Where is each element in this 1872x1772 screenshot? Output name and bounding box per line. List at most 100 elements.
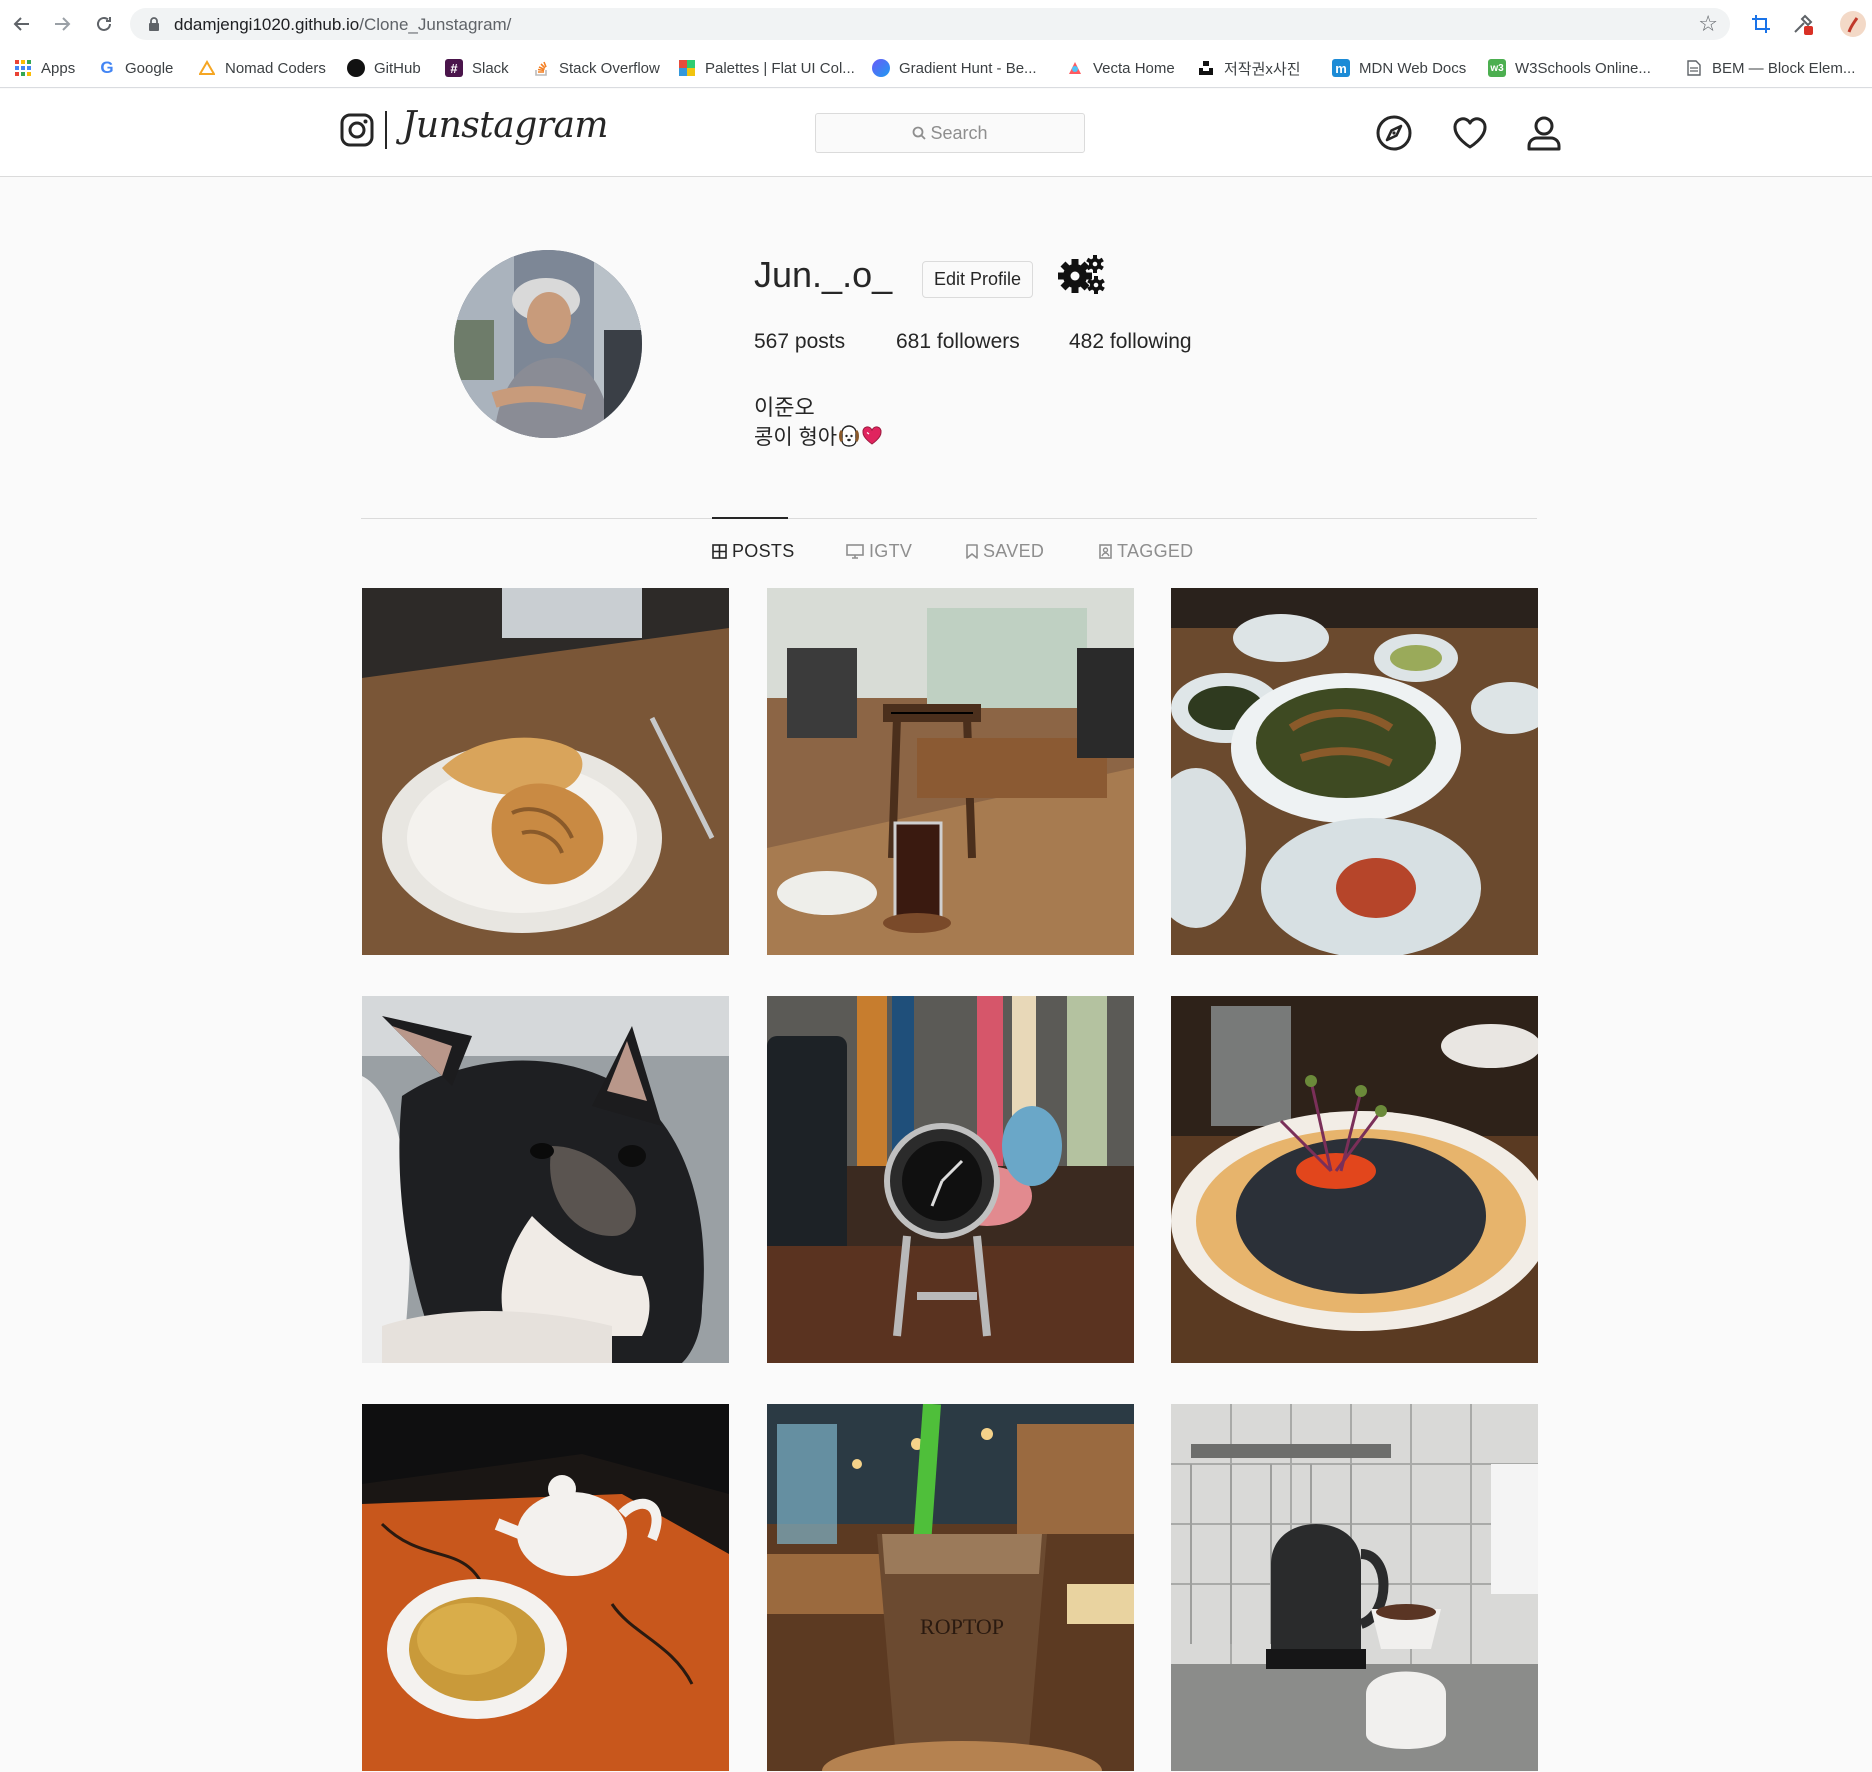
tab-active-indicator xyxy=(712,517,788,519)
svg-text:ROPTOP: ROPTOP xyxy=(920,1614,1004,1639)
posts-count: 567 xyxy=(754,330,790,353)
tab-posts[interactable]: POSTS xyxy=(712,540,795,562)
post-thumbnail-kettle[interactable] xyxy=(1171,1404,1538,1771)
document-icon xyxy=(1685,59,1703,77)
url-path: /Clone_Junstagram/ xyxy=(359,15,512,34)
bio-line: 콩이 형아 xyxy=(754,421,883,451)
search-icon xyxy=(913,126,927,140)
forward-arrow-icon[interactable] xyxy=(48,10,76,38)
heart-emoji-icon xyxy=(862,426,882,445)
bookmark-label: Gradient Hunt - Be... xyxy=(899,59,1037,77)
bookmark-github[interactable]: GitHub xyxy=(347,57,421,79)
post-thumbnail-watch[interactable] xyxy=(767,996,1134,1363)
bio-text: 콩이 형아 xyxy=(754,426,838,449)
bookmark-apps[interactable]: Apps xyxy=(14,57,75,79)
palettes-icon xyxy=(678,59,696,77)
bookmark-label: 저작권x사진 xyxy=(1224,60,1301,78)
bookmark-label: Palettes | Flat UI Col... xyxy=(705,59,855,77)
bookmark-bem[interactable]: BEM — Block Elem... xyxy=(1685,57,1855,79)
bookmark-nomad-coders[interactable]: Nomad Coders xyxy=(198,57,326,79)
site-header: Junstagram Search xyxy=(0,89,1872,177)
bookmark-icon xyxy=(966,543,978,559)
url-text: ddamjengi1020.github.io/Clone_Junstagram… xyxy=(174,15,511,35)
stat-posts[interactable]: 567 posts xyxy=(754,330,845,354)
followers-count: 681 xyxy=(896,330,932,353)
following-label: following xyxy=(1109,330,1192,353)
mdn-icon: m xyxy=(1332,59,1350,77)
post-thumbnail-cafe[interactable] xyxy=(767,588,1134,955)
tag-icon xyxy=(1099,543,1112,559)
brand-wordmark[interactable]: Junstagram xyxy=(402,105,609,146)
stat-following[interactable]: 482 following xyxy=(1069,330,1192,354)
dog-emoji-icon xyxy=(839,425,860,447)
tv-icon xyxy=(846,543,864,559)
stat-followers[interactable]: 681 followers xyxy=(896,330,1020,354)
post-thumbnail-tea[interactable] xyxy=(362,1404,729,1771)
tab-label: SAVED xyxy=(983,540,1045,561)
tab-igtv[interactable]: IGTV xyxy=(846,540,912,562)
instagram-logo-icon[interactable] xyxy=(340,113,374,147)
bookmark-gradient-hunt[interactable]: Gradient Hunt - Be... xyxy=(872,57,1037,79)
back-arrow-icon[interactable] xyxy=(8,10,36,38)
bookmark-label: Google xyxy=(125,59,174,77)
bookmark-label: Apps xyxy=(41,59,76,77)
nomad-coders-icon xyxy=(198,59,216,77)
bookmark-google[interactable]: G Google xyxy=(98,57,173,79)
bookmark-w3schools[interactable]: w3 W3Schools Online... xyxy=(1488,57,1651,79)
bookmark-slack[interactable]: # Slack xyxy=(445,57,509,79)
unsplash-icon xyxy=(1197,59,1215,77)
bookmark-label: BEM — Block Elem... xyxy=(1712,59,1856,77)
tab-label: POSTS xyxy=(732,540,795,561)
bookmark-copyright-photos[interactable]: 저작권x사진 xyxy=(1197,57,1301,79)
tab-tagged[interactable]: TAGGED xyxy=(1099,540,1193,562)
url-host: ddamjengi1020.github.io xyxy=(174,15,360,34)
apps-grid-icon xyxy=(14,59,32,77)
bookmark-mdn[interactable]: m MDN Web Docs xyxy=(1332,57,1466,79)
w3schools-icon: w3 xyxy=(1488,59,1506,77)
edit-profile-button[interactable]: Edit Profile xyxy=(922,261,1033,298)
google-icon: G xyxy=(100,58,114,77)
lock-icon xyxy=(149,17,159,31)
profile-username: Jun._.o_ xyxy=(754,254,893,295)
posts-label: posts xyxy=(794,330,846,353)
gradient-hunt-icon xyxy=(872,59,890,77)
browser-toolbar: ddamjengi1020.github.io/Clone_Junstagram… xyxy=(0,0,1872,48)
tab-saved[interactable]: SAVED xyxy=(966,540,1044,562)
stack-overflow-icon xyxy=(532,59,550,77)
tab-label: TAGGED xyxy=(1117,540,1194,561)
bookmark-label: Vecta Home xyxy=(1093,59,1175,77)
vecta-icon xyxy=(1066,59,1084,77)
bookmark-vecta[interactable]: Vecta Home xyxy=(1066,57,1175,79)
extension-crop-icon[interactable] xyxy=(1746,9,1776,39)
settings-gears-icon[interactable] xyxy=(1055,254,1107,296)
profile-icon[interactable] xyxy=(1524,113,1564,153)
bookmark-label: W3Schools Online... xyxy=(1515,59,1651,77)
bookmark-label: Slack xyxy=(472,59,509,77)
post-thumbnail-squid-ink-risotto[interactable] xyxy=(1171,996,1538,1363)
explore-compass-icon[interactable] xyxy=(1374,113,1414,153)
bookmark-star-icon[interactable]: ☆ xyxy=(1698,11,1718,37)
grid-icon xyxy=(712,543,727,559)
bookmark-palettes[interactable]: Palettes | Flat UI Col... xyxy=(678,57,855,79)
search-input[interactable]: Search xyxy=(815,113,1085,153)
slack-icon: # xyxy=(445,59,463,77)
account-avatar-icon[interactable] xyxy=(1838,9,1868,39)
bio-name: 이준오 xyxy=(754,395,815,420)
search-placeholder: Search xyxy=(930,122,988,143)
address-bar[interactable]: ddamjengi1020.github.io/Clone_Junstagram… xyxy=(130,8,1730,40)
bookmark-label: MDN Web Docs xyxy=(1359,59,1467,77)
tab-label: IGTV xyxy=(869,540,913,561)
post-thumbnail-korean-meal[interactable] xyxy=(1171,588,1538,955)
post-thumbnail-iced-coffee[interactable]: ROPTOP xyxy=(767,1404,1134,1771)
extension-eyedropper-icon[interactable] xyxy=(1788,9,1818,39)
bookmark-label: GitHub xyxy=(374,59,421,77)
tabs-divider xyxy=(361,518,1537,519)
post-thumbnail-croissant[interactable] xyxy=(362,588,729,955)
logo-divider xyxy=(385,111,387,149)
following-count: 482 xyxy=(1069,330,1105,353)
reload-icon[interactable] xyxy=(90,10,118,38)
bookmark-label: Nomad Coders xyxy=(225,59,326,77)
heart-icon[interactable] xyxy=(1450,113,1490,153)
bookmark-stack-overflow[interactable]: Stack Overflow xyxy=(532,57,660,79)
post-thumbnail-chihuahua[interactable] xyxy=(362,996,729,1363)
